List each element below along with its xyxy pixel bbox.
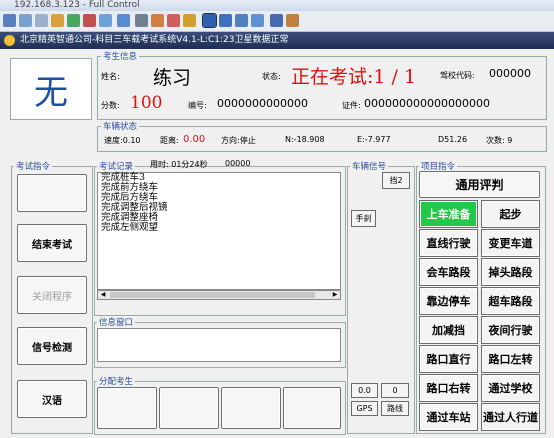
- candidate-photo: 无: [10, 58, 92, 120]
- app-logo-icon: [4, 35, 15, 46]
- start-button[interactable]: 起步: [481, 200, 540, 228]
- gps-indicator: GPS: [351, 401, 378, 416]
- intersection-left-button[interactable]: 路口左转: [481, 345, 540, 373]
- toolbar-icon-17[interactable]: [270, 14, 283, 27]
- info-window-label: 信息窗口: [97, 316, 136, 328]
- distance-value: 0.00: [183, 134, 206, 145]
- toolbar-icon-10[interactable]: [151, 14, 164, 27]
- pull-over-button[interactable]: 靠边停车: [419, 287, 478, 315]
- pass-station-button[interactable]: 通过车站: [419, 403, 478, 431]
- status-value: 正在考试:1 / 1: [291, 66, 417, 88]
- elapsed-time: 用时: 01分24秒: [150, 160, 208, 169]
- toolbar-icon-12[interactable]: [183, 14, 196, 27]
- toolbar-icon-16[interactable]: [251, 14, 264, 27]
- cert-label: 证件:: [342, 101, 361, 110]
- blank-command-button[interactable]: [17, 174, 87, 212]
- pass-crosswalk-button[interactable]: 通过人行道: [481, 403, 540, 431]
- u-turn-button[interactable]: 掉头路段: [481, 258, 540, 286]
- coord-indicator: 0.0: [351, 383, 378, 398]
- gear-indicator: 挡2: [382, 172, 410, 189]
- zero-indicator: 0: [381, 383, 409, 398]
- app-title-bar: 北京精英智通公司-科目三车载考试系统V4.1-L:C1:23卫星数据正常: [0, 32, 554, 49]
- toolbar-icon-7[interactable]: [99, 14, 112, 27]
- assign-slot-3[interactable]: [221, 387, 281, 429]
- scroll-right-icon[interactable]: ▶: [331, 292, 339, 298]
- general-review-button[interactable]: 通用评判: [419, 171, 540, 198]
- count-value: 次数: 9: [486, 136, 513, 145]
- toolbar-icon-3[interactable]: [35, 14, 48, 27]
- cert-value: 000000000000000000: [364, 97, 490, 110]
- lane-change-button[interactable]: 变更车道: [481, 229, 540, 257]
- project-button-grid: 上车准备 起步 直线行驶 变更车道 会车路段 掉头路段 靠边停车 超车路段 加减挡 夜间行驶 路口直…: [419, 200, 543, 432]
- photo-placeholder-text: 无: [34, 72, 68, 113]
- vehicle-status-label: 车辆状态: [101, 120, 140, 132]
- toolbar-icon-8[interactable]: [117, 14, 130, 27]
- night-driving-button[interactable]: 夜间行驶: [481, 316, 540, 344]
- e-coord-value: E:-7.977: [357, 135, 391, 144]
- toolbar-icon-9[interactable]: [135, 14, 148, 27]
- scroll-left-icon[interactable]: ◀: [99, 292, 107, 298]
- meeting-road-button[interactable]: 会车路段: [419, 258, 478, 286]
- signal-check-button[interactable]: 信号检测: [17, 327, 87, 365]
- exam-log-label: 考试记录: [97, 160, 136, 172]
- assign-slot-1[interactable]: [97, 387, 157, 429]
- time-code: 00000: [225, 159, 251, 168]
- list-item: 完成左侧观望: [101, 222, 159, 233]
- info-window-text[interactable]: [97, 328, 341, 362]
- assign-slot-2[interactable]: [159, 387, 219, 429]
- vehicle-signal-label: 车辆信号: [350, 160, 389, 172]
- remote-toolbar: [0, 11, 554, 32]
- remote-title-text: 192.168.3.123 - Full Control: [14, 0, 140, 10]
- intersection-right-button[interactable]: 路口右转: [419, 374, 478, 402]
- exam-log-list[interactable]: 完成桩车3 完成前方绕车 完成后方绕车 完成调整后视镜 完成调整座椅 完成左侧观…: [97, 172, 341, 290]
- toolbar-icon-14[interactable]: [219, 14, 232, 27]
- toolbar-icon-4[interactable]: [51, 14, 64, 27]
- handbrake-indicator: 手刹: [351, 210, 376, 227]
- close-program-button: 关闭程序: [17, 276, 87, 314]
- horizontal-scrollbar[interactable]: ◀ ▶: [97, 290, 341, 300]
- tools-icon[interactable]: [286, 14, 299, 27]
- end-exam-button[interactable]: 结束考试: [17, 224, 87, 262]
- intersection-straight-button[interactable]: 路口直行: [419, 345, 478, 373]
- id-value: 0000000000000: [217, 97, 308, 110]
- school-code-value: 000000: [489, 67, 531, 80]
- prepare-boarding-button[interactable]: 上车准备: [419, 200, 478, 228]
- toolbar-icon-2[interactable]: [19, 14, 32, 27]
- direction-value: 方向:停止: [221, 136, 256, 145]
- pass-school-button[interactable]: 通过学校: [481, 374, 540, 402]
- status-label: 状态:: [262, 72, 281, 81]
- name-value: 练习: [153, 67, 192, 89]
- toolbar-icon-6[interactable]: [83, 14, 96, 27]
- chinese-language-button[interactable]: 汉语: [17, 380, 87, 418]
- n-coord-value: N:-18.908: [285, 135, 325, 144]
- app-title: 北京精英智通公司-科目三车载考试系统V4.1-L:C1:23卫星数据正常: [20, 35, 289, 45]
- remote-window-title: 192.168.3.123 - Full Control: [0, 0, 554, 11]
- distance-label: 距离:: [160, 136, 179, 145]
- gear-shift-button[interactable]: 加减挡: [419, 316, 478, 344]
- score-label: 分数:: [101, 101, 120, 110]
- score-value: 100: [130, 93, 163, 113]
- assign-slot-4[interactable]: [283, 387, 341, 429]
- toolbar-icon-5[interactable]: [67, 14, 80, 27]
- school-code-label: 驾校代码:: [440, 71, 475, 80]
- candidate-info-label: 考生信息: [101, 50, 140, 62]
- toolbar-icon-13[interactable]: [202, 13, 217, 28]
- toolbar-icon-1[interactable]: [3, 14, 16, 27]
- d-value: D51.26: [438, 135, 468, 144]
- assign-candidate-label: 分配考生: [97, 375, 136, 387]
- path-indicator: 路线: [381, 401, 409, 416]
- toolbar-icon-11[interactable]: [167, 14, 180, 27]
- speed-value: 速度:0.10: [104, 136, 141, 145]
- id-label: 编号:: [188, 101, 207, 110]
- toolbar-icon-15[interactable]: [235, 14, 248, 27]
- exam-command-label: 考试指令: [14, 160, 53, 172]
- overtaking-button[interactable]: 超车路段: [481, 287, 540, 315]
- name-label: 姓名:: [101, 72, 120, 81]
- scrollbar-thumb[interactable]: [110, 292, 315, 298]
- straight-driving-button[interactable]: 直线行驶: [419, 229, 478, 257]
